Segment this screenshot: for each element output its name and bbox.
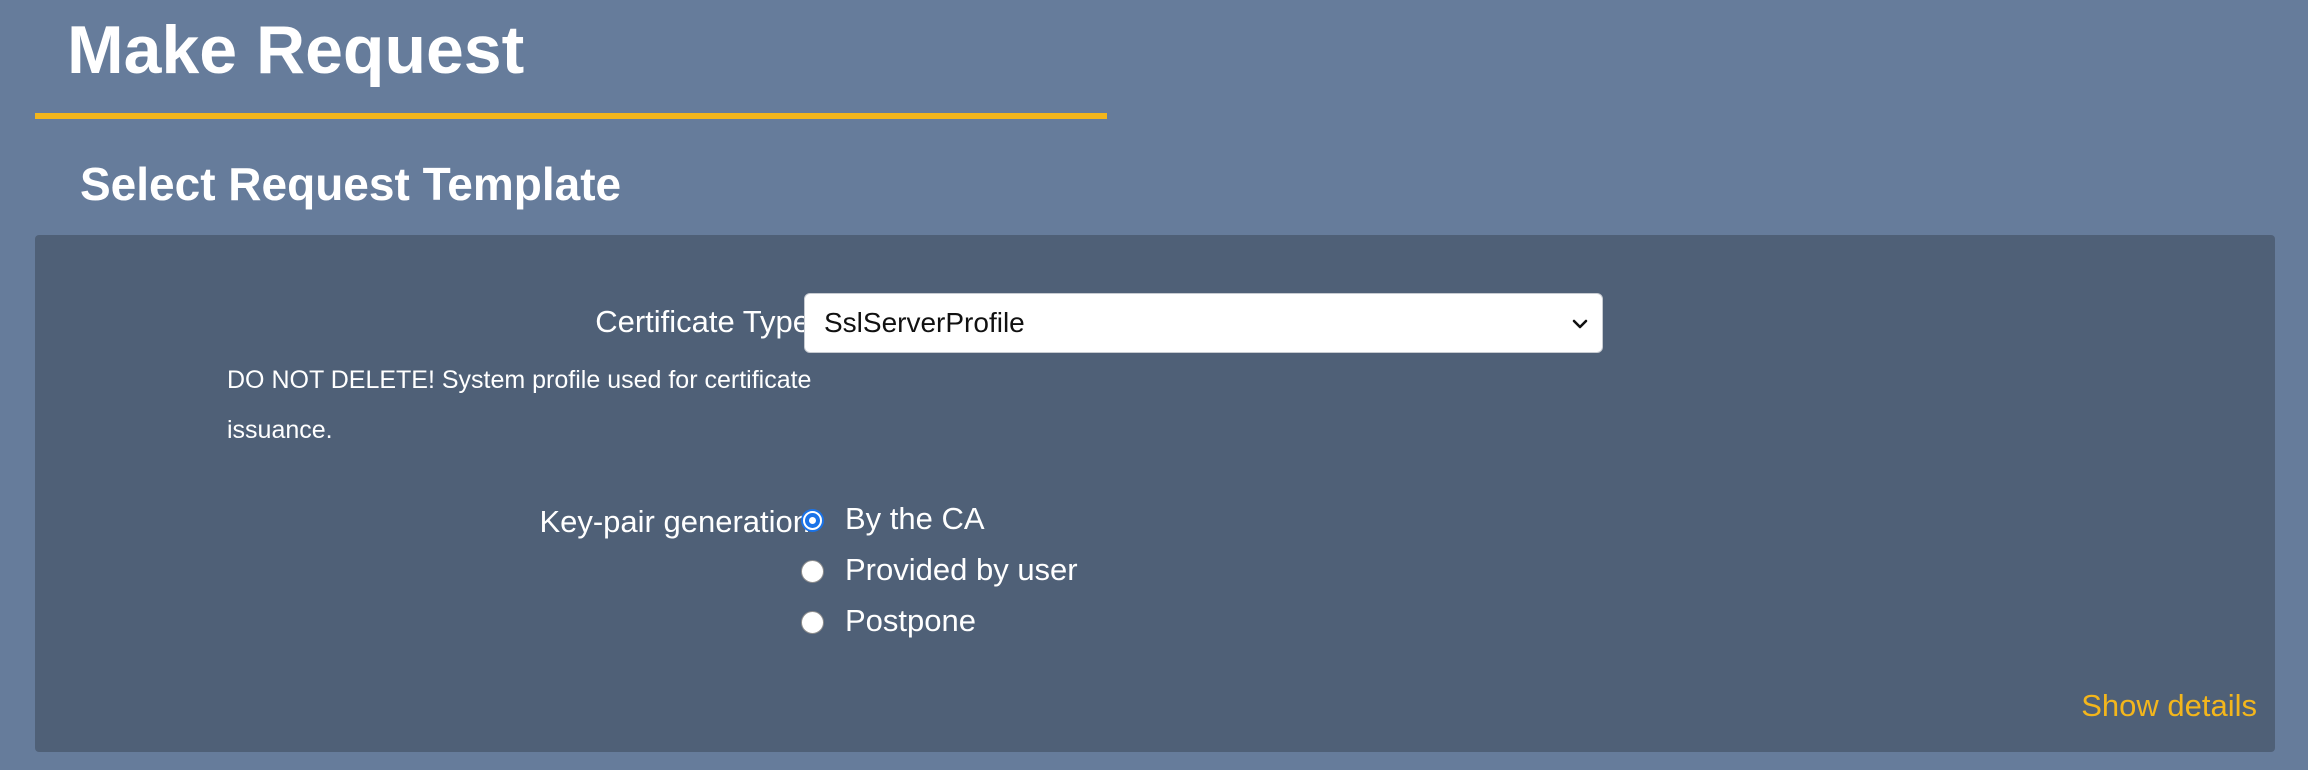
page-title: Make Request [67, 12, 525, 88]
certificate-type-value: SslServerProfile [824, 307, 1025, 338]
certificate-type-description: DO NOT DELETE! System profile used for c… [227, 366, 812, 444]
show-details-link[interactable]: Show details [2081, 686, 2257, 726]
certificate-type-label: Certificate Type [595, 304, 810, 339]
radio-button-checked[interactable] [801, 509, 824, 532]
request-template-panel: Certificate Type SslServerProfile DO NOT… [35, 235, 2275, 752]
certificate-type-select[interactable]: SslServerProfile [804, 293, 1603, 353]
key-pair-generation-label: Key-pair generation [539, 504, 810, 539]
radio-label: By the CA [845, 501, 985, 536]
chevron-down-icon [1572, 319, 1588, 329]
title-underline [35, 113, 1107, 119]
section-title: Select Request Template [80, 158, 622, 210]
radio-label: Postpone [845, 603, 976, 638]
radio-button[interactable] [801, 611, 824, 634]
radio-label: Provided by user [845, 552, 1078, 587]
radio-button[interactable] [801, 560, 824, 583]
